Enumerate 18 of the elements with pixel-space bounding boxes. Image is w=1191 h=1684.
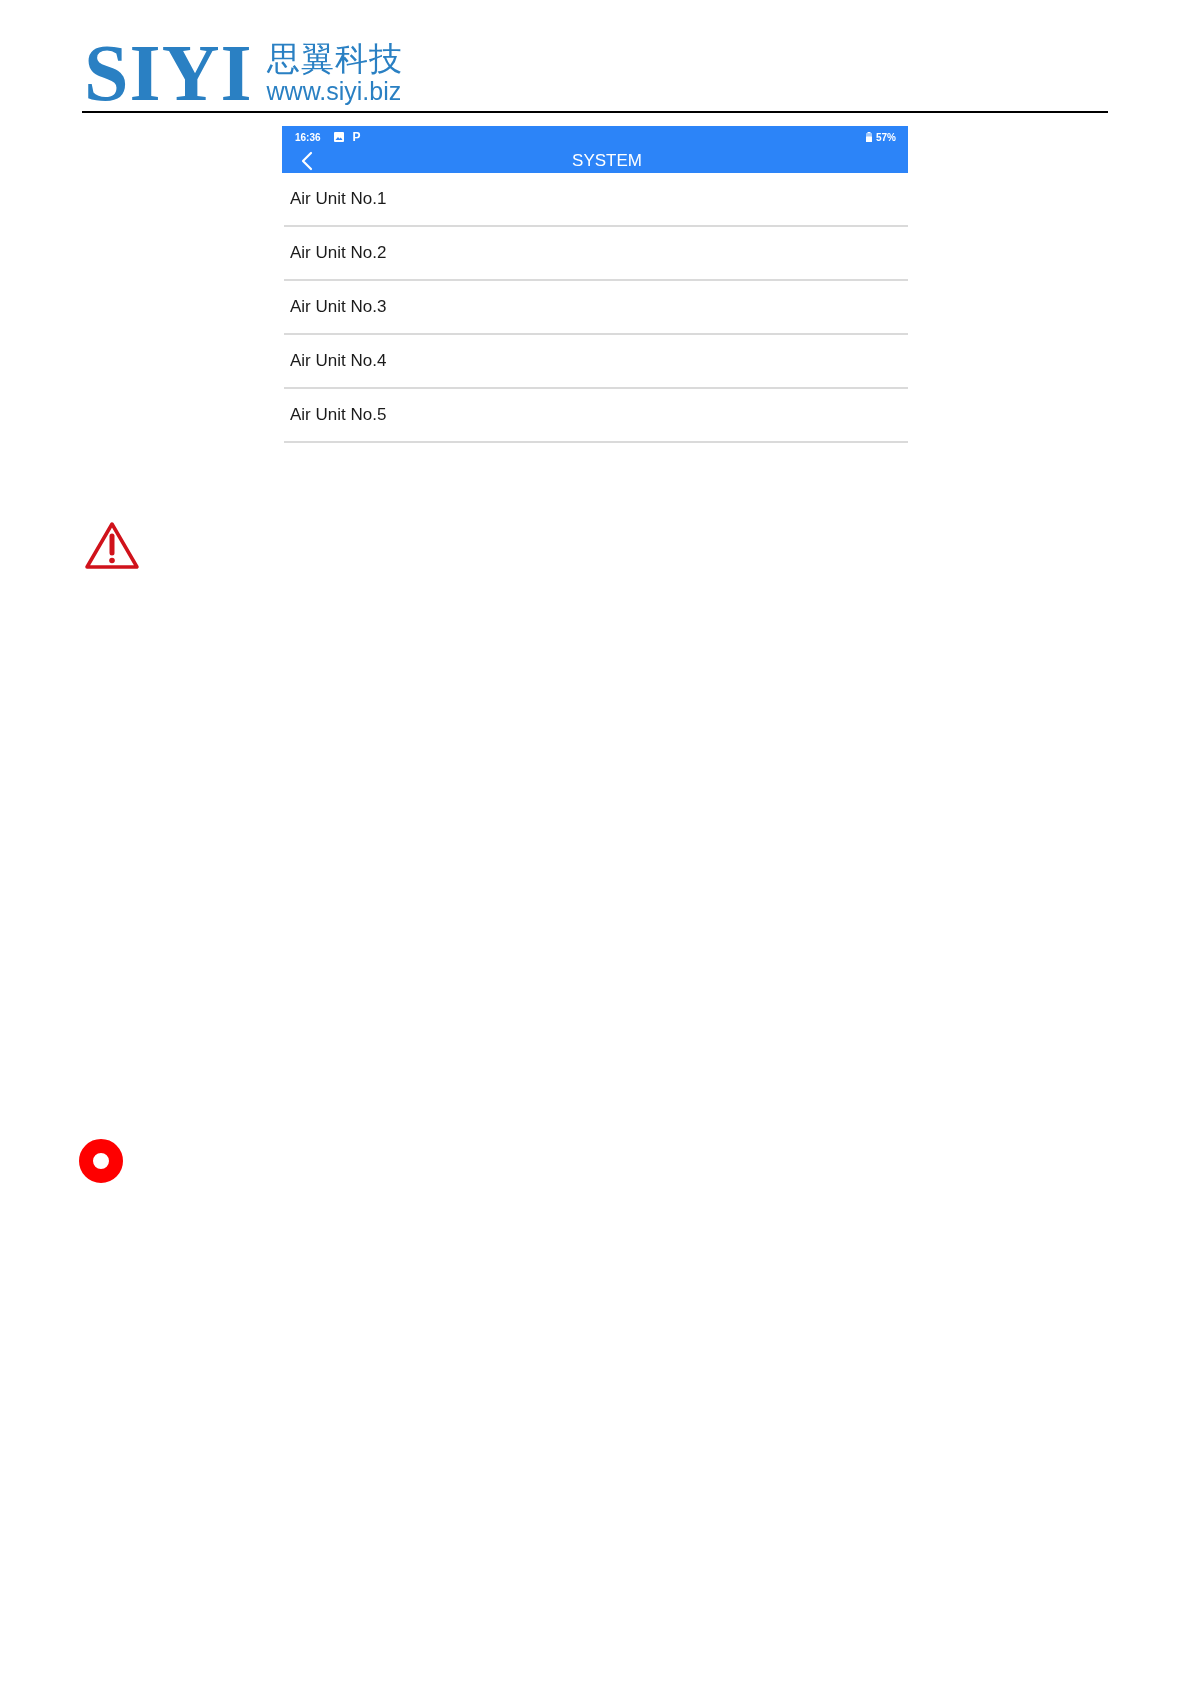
list-item[interactable]: Air Unit No.4 <box>284 335 908 389</box>
status-time: 16:36 <box>295 131 321 143</box>
notification-icon: P <box>352 130 361 144</box>
image-icon <box>333 132 344 142</box>
back-button[interactable] <box>300 150 314 171</box>
battery-percent: 57% <box>876 131 896 143</box>
bullet-ring-icon <box>79 1139 123 1183</box>
chevron-left-icon <box>300 150 314 171</box>
list-item[interactable]: Air Unit No.3 <box>284 281 908 335</box>
logo-wordmark: SIYI <box>84 42 253 104</box>
list-item[interactable]: Air Unit No.1 <box>284 173 908 227</box>
website-url: www.siyi.biz <box>266 78 403 104</box>
list-item[interactable]: Air Unit No.2 <box>284 227 908 281</box>
screen-title: SYSTEM <box>571 150 643 171</box>
warning-icon <box>84 521 140 571</box>
company-name: 思翼科技 <box>266 40 403 78</box>
list-item[interactable]: Air Unit No.5 <box>284 389 908 443</box>
battery-icon <box>866 132 872 142</box>
